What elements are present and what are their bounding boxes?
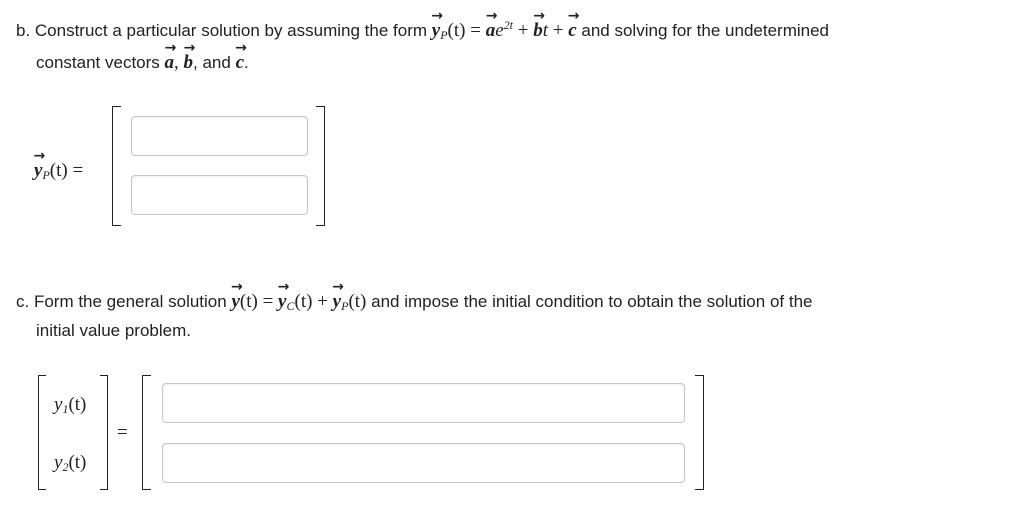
y1-entry: y1(t): [54, 394, 86, 417]
y2-arg: (t): [68, 452, 87, 473]
part-b-intro-text-2: and solving for the undetermined: [581, 21, 829, 40]
y-matrix-right-bracket: [100, 375, 108, 490]
part-c-intro-text-2: and impose the initial condition to obta…: [371, 292, 813, 311]
matrix-right-bracket: [316, 106, 325, 226]
vector-a: a: [165, 52, 175, 74]
subscript-p: P: [440, 28, 448, 42]
vector-b: b: [184, 52, 194, 74]
vector-a: a: [486, 20, 496, 42]
y-arg: (t) =: [239, 291, 274, 312]
form-arg: (t) =: [447, 20, 481, 41]
part-b-line-2: constant vectors a, b, and c.: [36, 52, 249, 74]
vector-c: c: [568, 20, 576, 42]
solution-matrix-right-bracket: [695, 375, 704, 490]
solution-matrix-left-bracket: [142, 375, 151, 490]
yp-row2-input[interactable]: [131, 175, 308, 215]
equals-sign: =: [117, 422, 128, 443]
vector-list: a, b: [165, 52, 194, 73]
subscript-p: P: [42, 168, 50, 182]
solution-row1-input[interactable]: [162, 383, 685, 423]
y2-entry: y2(t): [54, 452, 86, 475]
part-c-line-2: initial value problem.: [36, 320, 191, 342]
vector-c: c: [236, 52, 244, 74]
constant-vectors-text: constant vectors: [36, 53, 160, 72]
and-text: , and: [193, 53, 231, 72]
exponent: 2t: [503, 18, 513, 32]
yc-vector: y: [278, 291, 286, 313]
vector-b: b: [533, 20, 543, 42]
y1-arg: (t): [68, 394, 87, 415]
initial-value-text: initial value problem.: [36, 321, 191, 340]
lhs-arg: (t) =: [49, 160, 84, 181]
plus-sign: +: [517, 20, 529, 41]
part-b-line-1: b. Construct a particular solution by as…: [16, 14, 829, 46]
yc-arg: (t) +: [294, 291, 328, 312]
matrix-left-bracket: [112, 106, 121, 226]
yp-vector: y: [432, 20, 440, 42]
general-solution-equation: y(t) = yC(t) + yP(t): [231, 291, 371, 313]
solution-row2-input[interactable]: [162, 443, 685, 483]
part-c-line-1: c. Form the general solution y(t) = yC(t…: [16, 291, 812, 317]
particular-form-equation: yP(t) = ae2t + bt + c: [432, 18, 582, 42]
subscript-c: C: [286, 299, 295, 313]
yp-row1-input[interactable]: [131, 116, 308, 156]
yp-arg: (t): [348, 291, 367, 312]
plus-sign: +: [552, 20, 564, 41]
yp-vector: y: [333, 291, 341, 313]
yp-vector: y: [34, 160, 42, 182]
yp-lhs: yP(t) =: [34, 160, 83, 186]
y-matrix-left-bracket: [38, 375, 46, 490]
part-c-intro-text: c. Form the general solution: [16, 292, 227, 311]
y-vector: y: [231, 291, 239, 313]
vector-c-wrap: c: [236, 52, 244, 73]
part-b-intro-text: b. Construct a particular solution by as…: [16, 21, 428, 40]
